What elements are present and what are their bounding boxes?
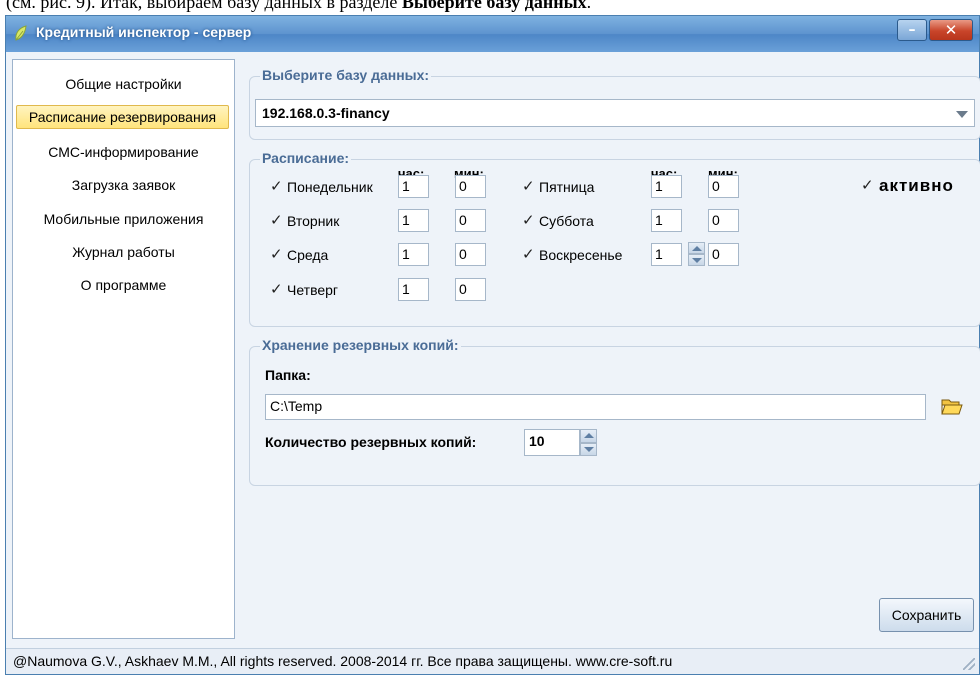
spinner-up-icon[interactable] — [688, 242, 705, 254]
tuesday-hour-input[interactable]: 1 — [398, 209, 429, 232]
schedule-group-title: Расписание: — [260, 150, 352, 166]
close-button[interactable]: ✕ — [929, 19, 973, 41]
backup-count-label: Количество резервных копий: — [265, 434, 477, 450]
backup-count-input[interactable]: 10 — [524, 429, 580, 456]
backup-group-title: Хранение резервных копий: — [260, 337, 461, 353]
resize-grip-icon[interactable] — [963, 658, 975, 670]
title-bar[interactable]: Кредитный инспектор - сервер – ✕ — [6, 16, 979, 52]
sidebar-item-general-settings[interactable]: Общие настройки — [13, 72, 234, 96]
wednesday-min-input[interactable]: 0 — [455, 243, 486, 266]
spinner-up-icon[interactable] — [580, 429, 597, 443]
folder-label: Папка: — [265, 367, 311, 383]
spinner-down-icon[interactable] — [688, 254, 705, 266]
friday-checkbox[interactable]: ✓ — [522, 179, 536, 195]
friday-label: Пятница — [539, 179, 595, 195]
friday-min-input[interactable]: 0 — [708, 175, 739, 198]
active-label: активно — [879, 176, 954, 195]
document-caption-text: (см. рис. 9). Итак, выбираем базу данных… — [6, 0, 592, 12]
monday-hour-input[interactable]: 1 — [398, 175, 429, 198]
wednesday-checkbox[interactable]: ✓ — [270, 247, 284, 263]
save-button[interactable]: Сохранить — [879, 598, 974, 632]
thursday-hour-input[interactable]: 1 — [398, 278, 429, 301]
status-text: @Naumova G.V., Askhaev M.M., All rights … — [13, 653, 673, 669]
thursday-label: Четверг — [287, 282, 339, 298]
thursday-checkbox[interactable]: ✓ — [270, 282, 284, 298]
sunday-min-input[interactable]: 0 — [708, 243, 739, 266]
sunday-hour-input[interactable]: 1 — [651, 243, 682, 266]
sidebar-item-load-requests[interactable]: Загрузка заявок — [13, 173, 234, 197]
saturday-checkbox[interactable]: ✓ — [522, 213, 536, 229]
saturday-hour-input[interactable]: 1 — [651, 209, 682, 232]
folder-path-input[interactable]: C:\Temp — [265, 394, 926, 420]
spinner-down-icon[interactable] — [580, 443, 597, 456]
sidebar-item-about[interactable]: О программе — [13, 273, 234, 297]
sidebar-nav: Общие настройки Расписание резервировани… — [12, 59, 235, 639]
friday-hour-input[interactable]: 1 — [651, 175, 682, 198]
active-checkbox[interactable]: ✓ — [861, 178, 875, 194]
sunday-hour-spinner[interactable] — [688, 242, 705, 266]
sunday-label: Воскресенье — [539, 247, 623, 263]
backup-count-spinner[interactable] — [580, 429, 597, 456]
thursday-min-input[interactable]: 0 — [455, 278, 486, 301]
open-folder-icon[interactable] — [940, 396, 964, 416]
database-select-value: 192.168.0.3-financy — [262, 105, 390, 121]
saturday-label: Суббота — [539, 213, 594, 229]
monday-checkbox[interactable]: ✓ — [270, 179, 284, 195]
saturday-min-input[interactable]: 0 — [708, 209, 739, 232]
tuesday-min-input[interactable]: 0 — [455, 209, 486, 232]
monday-min-input[interactable]: 0 — [455, 175, 486, 198]
app-window: Кредитный инспектор - сервер – ✕ Общие н… — [5, 15, 980, 675]
app-leaf-icon — [15, 25, 27, 41]
sidebar-item-backup-schedule[interactable]: Расписание резервирования — [16, 105, 229, 129]
tuesday-label: Вторник — [287, 213, 340, 229]
tuesday-checkbox[interactable]: ✓ — [270, 213, 284, 229]
monday-label: Понедельник — [287, 179, 373, 195]
status-bar: @Naumova G.V., Askhaev M.M., All rights … — [6, 648, 979, 674]
sidebar-item-log[interactable]: Журнал работы — [13, 240, 234, 264]
window-title: Кредитный инспектор - сервер — [36, 24, 252, 40]
sidebar-item-sms[interactable]: СМС-информирование — [13, 140, 234, 164]
sidebar-item-mobile-apps[interactable]: Мобильные приложения — [13, 207, 234, 231]
wednesday-hour-input[interactable]: 1 — [398, 243, 429, 266]
wednesday-label: Среда — [287, 247, 329, 263]
database-group-title: Выберите базу данных: — [260, 67, 432, 83]
database-select[interactable]: 192.168.0.3-financy — [255, 99, 975, 127]
minimize-button[interactable]: – — [897, 19, 927, 41]
sunday-checkbox[interactable]: ✓ — [522, 247, 536, 263]
chevron-down-icon[interactable] — [956, 111, 968, 118]
